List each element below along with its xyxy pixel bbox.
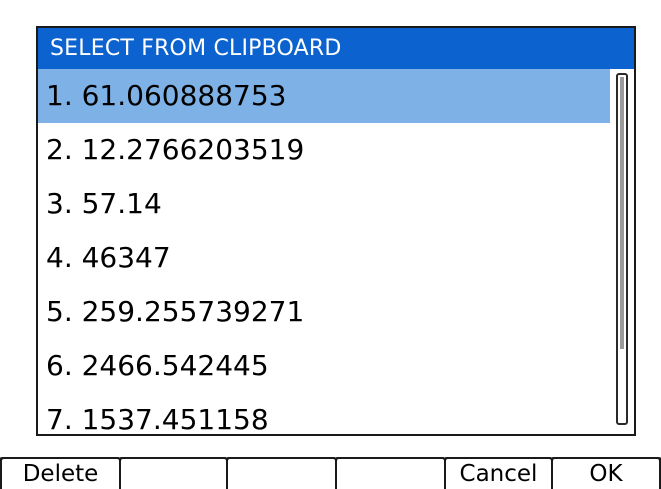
clipboard-item-5[interactable]: 5. 259.255739271 bbox=[38, 285, 612, 339]
dialog-title: SELECT FROM CLIPBOARD bbox=[38, 28, 634, 69]
softkey-4-label bbox=[337, 459, 444, 489]
clipboard-item-6[interactable]: 6. 2466.542445 bbox=[38, 339, 612, 393]
ok-button-label: OK bbox=[553, 459, 659, 489]
ok-button[interactable]: OK bbox=[551, 455, 661, 489]
delete-button-label: Delete bbox=[2, 459, 119, 489]
scrollbar-track[interactable] bbox=[616, 73, 628, 425]
softkey-4-button[interactable] bbox=[335, 455, 446, 489]
clipboard-item-4[interactable]: 4. 46347 bbox=[38, 231, 612, 285]
list-scrollbar[interactable] bbox=[610, 69, 634, 434]
cancel-button-label: Cancel bbox=[446, 459, 551, 489]
delete-button[interactable]: Delete bbox=[0, 455, 121, 489]
clipboard-item-3[interactable]: 3. 57.14 bbox=[38, 177, 612, 231]
softkey-2-button[interactable] bbox=[119, 455, 228, 489]
scrollbar-thumb[interactable] bbox=[620, 77, 624, 349]
clipboard-item-7[interactable]: 7. 1537.451158 bbox=[38, 393, 612, 434]
clipboard-item-2[interactable]: 2. 12.2766203519 bbox=[38, 123, 612, 177]
clipboard-dialog: SELECT FROM CLIPBOARD 1. 61.060888753 2.… bbox=[36, 26, 636, 436]
softkey-3-label bbox=[228, 459, 335, 489]
cancel-button[interactable]: Cancel bbox=[444, 455, 553, 489]
clipboard-item-1[interactable]: 1. 61.060888753 bbox=[38, 69, 612, 123]
calculator-screen: SELECT FROM CLIPBOARD 1. 61.060888753 2.… bbox=[0, 0, 661, 489]
softkey-bar: Delete Cancel OK bbox=[0, 455, 661, 489]
softkey-2-label bbox=[121, 459, 226, 489]
clipboard-list[interactable]: 1. 61.060888753 2. 12.2766203519 3. 57.1… bbox=[38, 69, 612, 434]
softkey-3-button[interactable] bbox=[226, 455, 337, 489]
